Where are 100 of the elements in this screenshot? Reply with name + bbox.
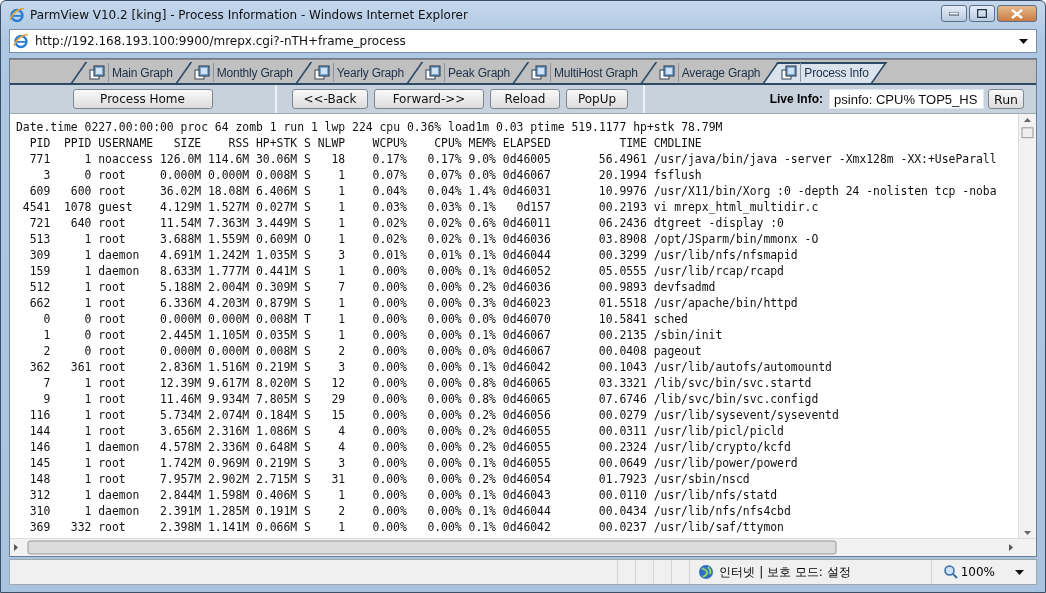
table-cell-text: 1	[83, 503, 92, 519]
table-cell-text: 1	[337, 311, 346, 327]
table-cell-text: 1	[337, 167, 346, 183]
popup-button[interactable]: PopUp	[566, 89, 628, 109]
live-info-select[interactable]: psinfo: CPU% TOP5_HS	[829, 89, 985, 109]
table-cell: 6.336M	[160, 295, 202, 311]
table-cell-text: 0.07%	[371, 167, 407, 183]
table-cell-text: 06.2436	[597, 215, 647, 231]
table-cell-text: 0d46042	[501, 519, 551, 535]
table-cell-text: 0.000M	[206, 167, 250, 183]
table-cell-text: 4	[337, 423, 346, 439]
table-cell-text: 1	[337, 327, 346, 343]
column-header: USERNAME	[97, 135, 155, 151]
table-cell-text: 1	[83, 407, 92, 423]
table-cell: 2.391M	[160, 503, 202, 519]
table-cell-text: 0d157	[515, 199, 551, 215]
address-bar[interactable]: http://192.168.193.100:9900/mrepx.cgi?-nTH+frame_process	[9, 29, 1037, 53]
table-cell-text: 03.3321	[597, 375, 647, 391]
table-cell-text: root	[97, 359, 127, 375]
run-button[interactable]: Run	[988, 89, 1024, 109]
table-cell-text: S	[302, 263, 311, 279]
table-cell-text: S	[302, 487, 311, 503]
table-cell-text: 0d46052	[501, 263, 551, 279]
table-cell-text: 771	[28, 151, 51, 167]
table-cell: 36.02M	[160, 183, 202, 199]
table-cell-text: 1	[337, 199, 346, 215]
table-cell-text: 721	[28, 215, 51, 231]
table-cell-text: 01.5518	[597, 295, 647, 311]
table-cell-text: root	[97, 407, 127, 423]
table-cell-text: /usr/lib/nfs/nfsmapid	[652, 247, 798, 263]
table-cell-text: 1.777M	[206, 263, 250, 279]
table-cell-text: 00.0649	[597, 455, 647, 471]
table-cell-text: 03.8908	[597, 231, 647, 247]
magnifier-icon	[943, 565, 958, 579]
maximize-button[interactable]	[969, 5, 995, 22]
process-home-button[interactable]: Process Home	[72, 89, 213, 109]
table-cell-text: 0d46065	[501, 375, 551, 391]
table-cell-text: 0	[83, 311, 92, 327]
table-cell-text: 0.00%	[426, 279, 462, 295]
table-cell-text: S	[302, 359, 311, 375]
table-cell-text: fsflush	[652, 167, 702, 183]
table-cell-text: 0.00%	[371, 311, 407, 327]
minimize-button[interactable]	[941, 5, 967, 22]
table-cell-text: 0.00%	[371, 423, 407, 439]
table-cell-text: 0.648M	[254, 439, 298, 455]
table-cell-text: 0.441M	[254, 263, 298, 279]
table-cell: 5.188M	[160, 279, 202, 295]
table-cell-text: 0d46005	[501, 151, 551, 167]
table-cell-text: root	[97, 215, 127, 231]
table-cell-text: 0.2%	[467, 439, 496, 455]
table-cell-text: 15	[330, 407, 346, 423]
table-cell: 11.54M	[160, 215, 202, 231]
table-cell-text: S	[302, 215, 311, 231]
table-cell-text: 0.008M	[254, 311, 298, 327]
dropdown-icon	[1019, 38, 1028, 44]
table-cell-text: S	[302, 471, 311, 487]
table-cell-text: 0.000M	[206, 343, 250, 359]
back-button[interactable]: <<-Back	[292, 89, 368, 109]
table-cell-text: 00.0279	[597, 407, 647, 423]
reload-button[interactable]: Reload	[490, 89, 560, 109]
table-cell-text: 0.035M	[254, 327, 298, 343]
table-cell-text: 0.00%	[426, 423, 462, 439]
zoom-level[interactable]: 100%	[931, 565, 1036, 579]
table-cell-text: 20.1994	[597, 167, 647, 183]
table-cell-text: 1	[83, 471, 92, 487]
table-cell-text: 0d46036	[501, 279, 551, 295]
horizontal-scrollbar[interactable]	[10, 538, 1036, 556]
table-cell-text: 4	[337, 439, 346, 455]
table-cell-text: /usr/apache/bin/httpd	[652, 295, 798, 311]
table-cell-text: S	[302, 183, 311, 199]
table-cell-text: 0.00%	[371, 359, 407, 375]
table-cell-text: 00.0237	[597, 519, 647, 535]
close-button[interactable]	[997, 5, 1037, 22]
table-cell-text: 0.066M	[254, 519, 298, 535]
vertical-scrollbar[interactable]	[1018, 114, 1036, 538]
table-cell-text: root	[97, 295, 127, 311]
table-cell-text: 0.2%	[467, 279, 496, 295]
table-cell-text: 0.00%	[371, 279, 407, 295]
table-cell-text: root	[97, 519, 127, 535]
table-cell-text: 0.00%	[426, 375, 462, 391]
table-cell-text: 0.00%	[371, 519, 407, 535]
column-header: MEM%	[467, 135, 496, 151]
table-cell-text: /usr/java/bin/java -server -Xmx128m -XX:+UseParall	[652, 151, 997, 167]
table-cell-text: 0	[83, 343, 92, 359]
table-cell-text: /usr/sbin/nscd	[652, 471, 750, 487]
table-cell-text: daemon	[97, 439, 141, 455]
table-cell-text: devfsadmd	[652, 279, 716, 295]
column-header: NLWP	[316, 135, 346, 151]
table-cell-text: 0.027M	[254, 199, 298, 215]
table-cell-text: 0.1%	[467, 327, 496, 343]
table-cell-text: 0.219M	[254, 359, 298, 375]
table-cell-text: 1	[83, 391, 92, 407]
column-header: S	[302, 135, 311, 151]
table-cell-text: 0.00%	[426, 343, 462, 359]
table-cell-text: 0.00%	[371, 391, 407, 407]
table-cell-text: 0.2%	[467, 423, 496, 439]
forward-button[interactable]: Forward->>	[374, 89, 484, 109]
table-cell-text: 0d46067	[501, 327, 551, 343]
table-cell-text: /usr/lib/rcap/rcapd	[652, 263, 784, 279]
table-cell-text: vi mrepx_html_multidir.c	[652, 199, 819, 215]
